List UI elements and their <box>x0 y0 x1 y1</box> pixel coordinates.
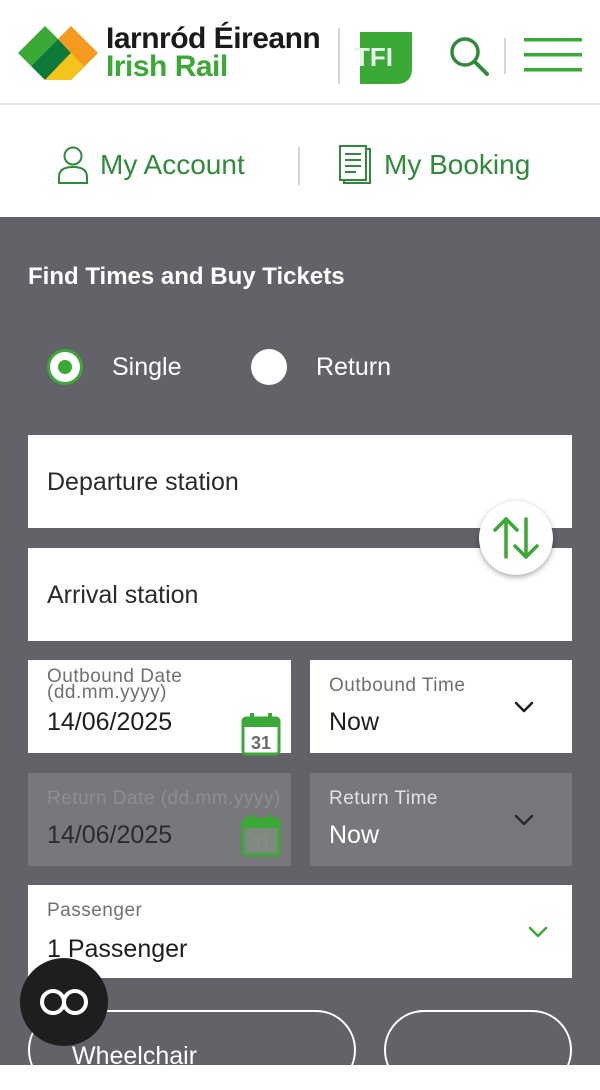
wheelchair-label: Wheelchair <box>72 1042 198 1070</box>
svg-text:31: 31 <box>251 834 271 854</box>
outbound-date-input[interactable]: Outbound Date (dd.mm.yyyy) 14/06/2025 31 <box>28 660 291 756</box>
my-booking-label: My Booking <box>384 149 531 180</box>
chevron-down-icon <box>514 814 534 826</box>
irish-rail-logo-icon[interactable] <box>18 26 98 80</box>
swap-arrows-icon <box>493 517 539 559</box>
account-bar-divider <box>298 147 300 185</box>
calendar-icon-disabled[interactable]: 31 <box>241 813 281 857</box>
outbound-date-format: (dd.mm.yyyy) <box>47 682 167 703</box>
search-icon[interactable] <box>448 35 490 77</box>
booking-document-icon <box>339 145 371 184</box>
passenger-select[interactable]: Passenger 1 Passenger <box>28 885 572 978</box>
secondary-option-button[interactable] <box>384 1010 572 1090</box>
my-account-label: My Account <box>100 149 245 180</box>
return-radio[interactable] <box>251 349 287 385</box>
accessibility-glasses-icon <box>40 989 88 1015</box>
site-header: Iarnród Éireann Irish Rail TFI <box>0 0 600 105</box>
my-account-link[interactable]: My Account <box>56 145 245 185</box>
outbound-time-label: Outbound Time <box>329 675 466 696</box>
chevron-down-icon <box>528 926 548 938</box>
departure-placeholder: Departure station <box>47 468 239 496</box>
outbound-time-value: Now <box>329 708 380 736</box>
outbound-date-value: 14/06/2025 <box>47 708 173 736</box>
chevron-down-icon <box>514 701 534 713</box>
panel-title: Find Times and Buy Tickets <box>28 263 345 290</box>
passenger-label: Passenger <box>47 900 143 921</box>
header-divider-2 <box>504 38 506 74</box>
accessibility-floating-button[interactable] <box>20 958 108 1046</box>
user-icon <box>58 146 88 184</box>
header-divider <box>338 28 340 84</box>
return-time-value: Now <box>329 821 380 849</box>
account-bar: My Account My Booking <box>0 105 600 217</box>
outbound-time-select[interactable]: Outbound Time Now <box>310 660 572 753</box>
return-date-label: Return Date (dd.mm.yyyy) <box>47 788 281 809</box>
my-booking-link[interactable]: My Booking <box>338 145 530 185</box>
brand-name-english: Irish Rail <box>106 50 228 83</box>
return-date-input[interactable]: Return Date (dd.mm.yyyy) 14/06/2025 31 <box>28 773 291 866</box>
swap-stations-button[interactable] <box>479 501 553 575</box>
return-time-select[interactable]: Return Time Now <box>310 773 572 866</box>
return-time-label: Return Time <box>329 788 438 809</box>
arrival-placeholder: Arrival station <box>47 581 199 609</box>
return-date-value: 14/06/2025 <box>47 821 173 849</box>
return-radio-label[interactable]: Return <box>316 353 391 382</box>
calendar-icon[interactable]: 31 <box>241 712 281 756</box>
svg-text:31: 31 <box>251 733 271 753</box>
hamburger-menu-icon[interactable] <box>524 36 582 74</box>
single-radio[interactable] <box>47 349 83 385</box>
single-radio-label[interactable]: Single <box>112 353 182 382</box>
tfi-logo-text: TFI <box>354 42 393 72</box>
